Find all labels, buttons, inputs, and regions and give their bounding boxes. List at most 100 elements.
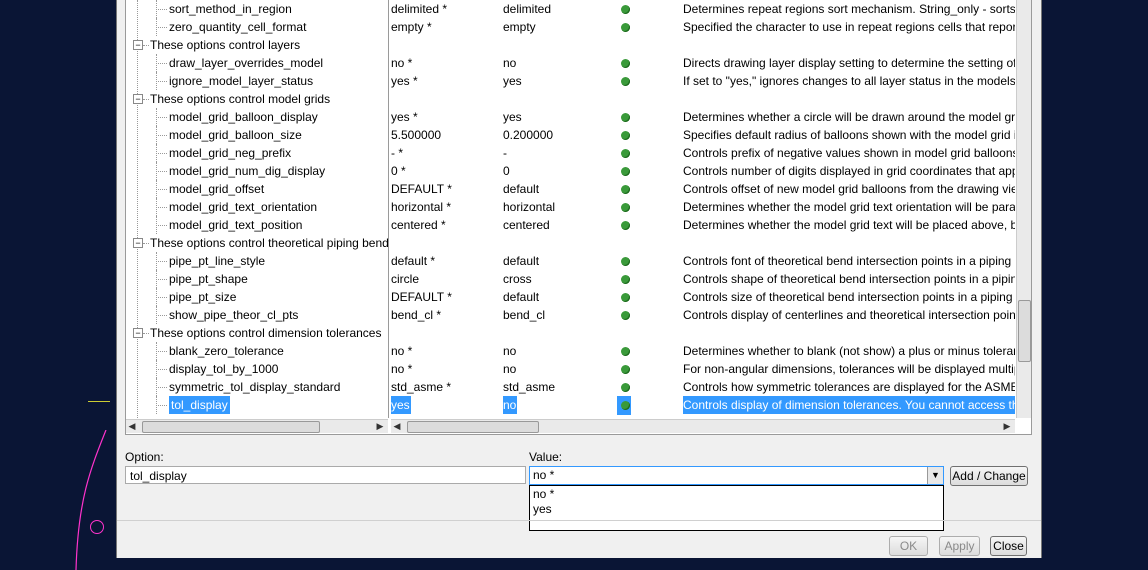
values-horizontal-scroll-thumb[interactable] xyxy=(407,421,539,433)
collapse-icon[interactable]: − xyxy=(133,328,143,338)
option-value-row[interactable]: default * default Controls font of theoret… xyxy=(391,252,1015,270)
status-cell xyxy=(617,108,637,127)
vertical-scrollbar[interactable] xyxy=(1016,0,1031,418)
default-value: no xyxy=(503,396,518,414)
tree-option-row[interactable]: draw_layer_overrides_model xyxy=(126,54,388,72)
option-description: Controls prefix of negative values shown… xyxy=(683,146,1015,160)
scroll-left-arrow-icon[interactable]: ◀ xyxy=(391,420,403,433)
current-value: DEFAULT * xyxy=(391,182,452,196)
option-value-row[interactable]: bend_cl * bend_cl Controls display of cent… xyxy=(391,306,1015,324)
tree-connector-branch xyxy=(143,99,149,100)
tree-option-row[interactable]: sort_method_in_region xyxy=(126,0,388,18)
status-dot-icon xyxy=(621,77,630,86)
tree-option-row[interactable]: model_grid_text_orientation xyxy=(126,198,388,216)
value-option[interactable]: yes xyxy=(533,501,552,517)
option-value-row[interactable]: circle cross Controls shape of theoretical… xyxy=(391,270,1015,288)
tree-group-row[interactable]: − These options control model grids xyxy=(126,90,388,108)
tree-option-row[interactable]: blank_zero_tolerance xyxy=(126,342,388,360)
status-cell xyxy=(617,270,637,289)
option-name: tol_display xyxy=(169,396,230,414)
option-value-row[interactable]: centered * centered Determines whether the… xyxy=(391,216,1015,234)
option-value-row[interactable]: empty * empty Specified the character to u… xyxy=(391,18,1015,36)
vertical-scroll-thumb[interactable] xyxy=(1018,300,1031,362)
status-cell xyxy=(617,342,637,361)
status-dot-icon xyxy=(621,383,630,392)
tree-option-row[interactable]: model_grid_offset xyxy=(126,180,388,198)
current-value: delimited * xyxy=(391,2,448,16)
option-input[interactable]: tol_display xyxy=(125,466,526,484)
scroll-left-arrow-icon[interactable]: ◀ xyxy=(126,420,138,433)
option-description: Determines whether a circle will be draw… xyxy=(683,110,1015,124)
option-value-row[interactable]: yes no Controls display of dimension toler… xyxy=(391,396,1015,415)
tree-option-row[interactable]: model_grid_num_dig_display xyxy=(126,162,388,180)
tree-horizontal-scrollbar[interactable]: ◀ ▶ xyxy=(126,419,388,433)
tree-option-row[interactable]: model_grid_text_position xyxy=(126,216,388,234)
default-value: - xyxy=(503,146,507,160)
tree-connector-branch xyxy=(156,387,167,388)
tree-group-row[interactable]: − These options control theoretical pipin… xyxy=(126,234,388,252)
apply-button[interactable]: Apply xyxy=(939,536,980,556)
tree-group-row[interactable]: − These options control dimension toleran… xyxy=(126,324,388,342)
tree-option-row[interactable]: zero_quantity_cell_format xyxy=(126,18,388,36)
tree-option-row[interactable]: model_grid_balloon_size xyxy=(126,126,388,144)
tree-option-row[interactable]: show_pipe_theor_cl_pts xyxy=(126,306,388,324)
collapse-icon[interactable]: − xyxy=(133,94,143,104)
tree-group-row[interactable]: − These options control layers xyxy=(126,36,388,54)
values-horizontal-scrollbar[interactable]: ◀ ▶ xyxy=(391,419,1015,433)
option-value-row[interactable]: no * no Determines whether to blank (not s… xyxy=(391,342,1015,360)
group-label: These options control model grids xyxy=(150,92,331,106)
tree-option-row[interactable]: display_tol_by_1000 xyxy=(126,360,388,378)
value-option[interactable]: no * xyxy=(533,486,554,502)
collapse-icon[interactable]: − xyxy=(133,238,143,248)
option-description: For non-angular dimensions, tolerances w… xyxy=(683,362,1015,376)
tree-connector-branch xyxy=(143,45,149,46)
tree-option-row[interactable]: symmetric_tol_display_standard xyxy=(126,378,388,396)
default-value: bend_cl xyxy=(503,308,546,322)
option-value-row[interactable]: delimited * delimited Determines repeat re… xyxy=(391,0,1015,18)
status-cell xyxy=(617,126,637,145)
option-value-row[interactable]: std_asme * std_asme Controls how symmetric… xyxy=(391,378,1015,396)
option-value-row[interactable]: yes * yes Determines whether a circle will… xyxy=(391,108,1015,126)
tree-horizontal-scroll-thumb[interactable] xyxy=(142,421,320,433)
value-select[interactable]: no * ▼ xyxy=(529,466,944,485)
default-value: no xyxy=(503,362,517,376)
tree-option-row[interactable]: model_grid_neg_prefix xyxy=(126,144,388,162)
tree-option-row[interactable]: tol_display xyxy=(126,396,388,414)
option-value-row[interactable]: 5.500000 0.200000 Specifies default radius… xyxy=(391,126,1015,144)
ok-button[interactable]: OK xyxy=(889,536,928,556)
collapse-icon[interactable]: − xyxy=(133,40,143,50)
status-dot-icon xyxy=(621,167,630,176)
tree-option-row[interactable]: ignore_model_layer_status xyxy=(126,72,388,90)
group-label: These options control dimension toleranc… xyxy=(150,326,382,340)
chevron-down-icon[interactable]: ▼ xyxy=(927,467,943,484)
status-dot-icon xyxy=(621,293,630,302)
status-cell xyxy=(617,162,637,181)
option-value-row[interactable]: no * no For non-angular dimensions, tolera… xyxy=(391,360,1015,378)
option-value-row[interactable]: DEFAULT * default Controls offset of new m… xyxy=(391,180,1015,198)
option-value-row[interactable]: no * no Directs drawing layer display sett… xyxy=(391,54,1015,72)
status-dot-icon xyxy=(621,149,630,158)
option-value-row[interactable]: yes * yes If set to "yes," ignores changes… xyxy=(391,72,1015,90)
tree-connector-branch xyxy=(156,405,167,406)
tree-option-row[interactable]: pipe_pt_shape xyxy=(126,270,388,288)
add-change-button[interactable]: Add / Change xyxy=(950,466,1028,486)
option-name: show_pipe_theor_cl_pts xyxy=(169,308,299,322)
close-button[interactable]: Close xyxy=(990,536,1027,556)
scroll-right-arrow-icon[interactable]: ▶ xyxy=(1001,420,1013,433)
status-cell xyxy=(617,378,637,397)
option-value-row[interactable]: - * - Controls prefix of negative values s… xyxy=(391,144,1015,162)
tree-option-row[interactable]: model_grid_balloon_display xyxy=(126,108,388,126)
tree-option-row[interactable]: pipe_pt_size xyxy=(126,288,388,306)
scroll-right-arrow-icon[interactable]: ▶ xyxy=(374,420,386,433)
current-value: std_asme * xyxy=(391,380,452,394)
option-value-row[interactable]: DEFAULT * default Controls size of theoret… xyxy=(391,288,1015,306)
background-guide-line xyxy=(88,401,110,402)
tree-option-row[interactable]: pipe_pt_line_style xyxy=(126,252,388,270)
status-cell xyxy=(617,252,637,271)
value-select-current: no * xyxy=(533,468,555,482)
option-value-row[interactable]: horizontal * horizontal Determines whether… xyxy=(391,198,1015,216)
option-value-row[interactable]: 0 * 0 Controls number of digits displayed … xyxy=(391,162,1015,180)
group-label: These options control theoretical piping… xyxy=(150,236,389,250)
default-value: std_asme xyxy=(503,380,556,394)
option-description: Controls display of dimension tolerances… xyxy=(683,396,1015,414)
